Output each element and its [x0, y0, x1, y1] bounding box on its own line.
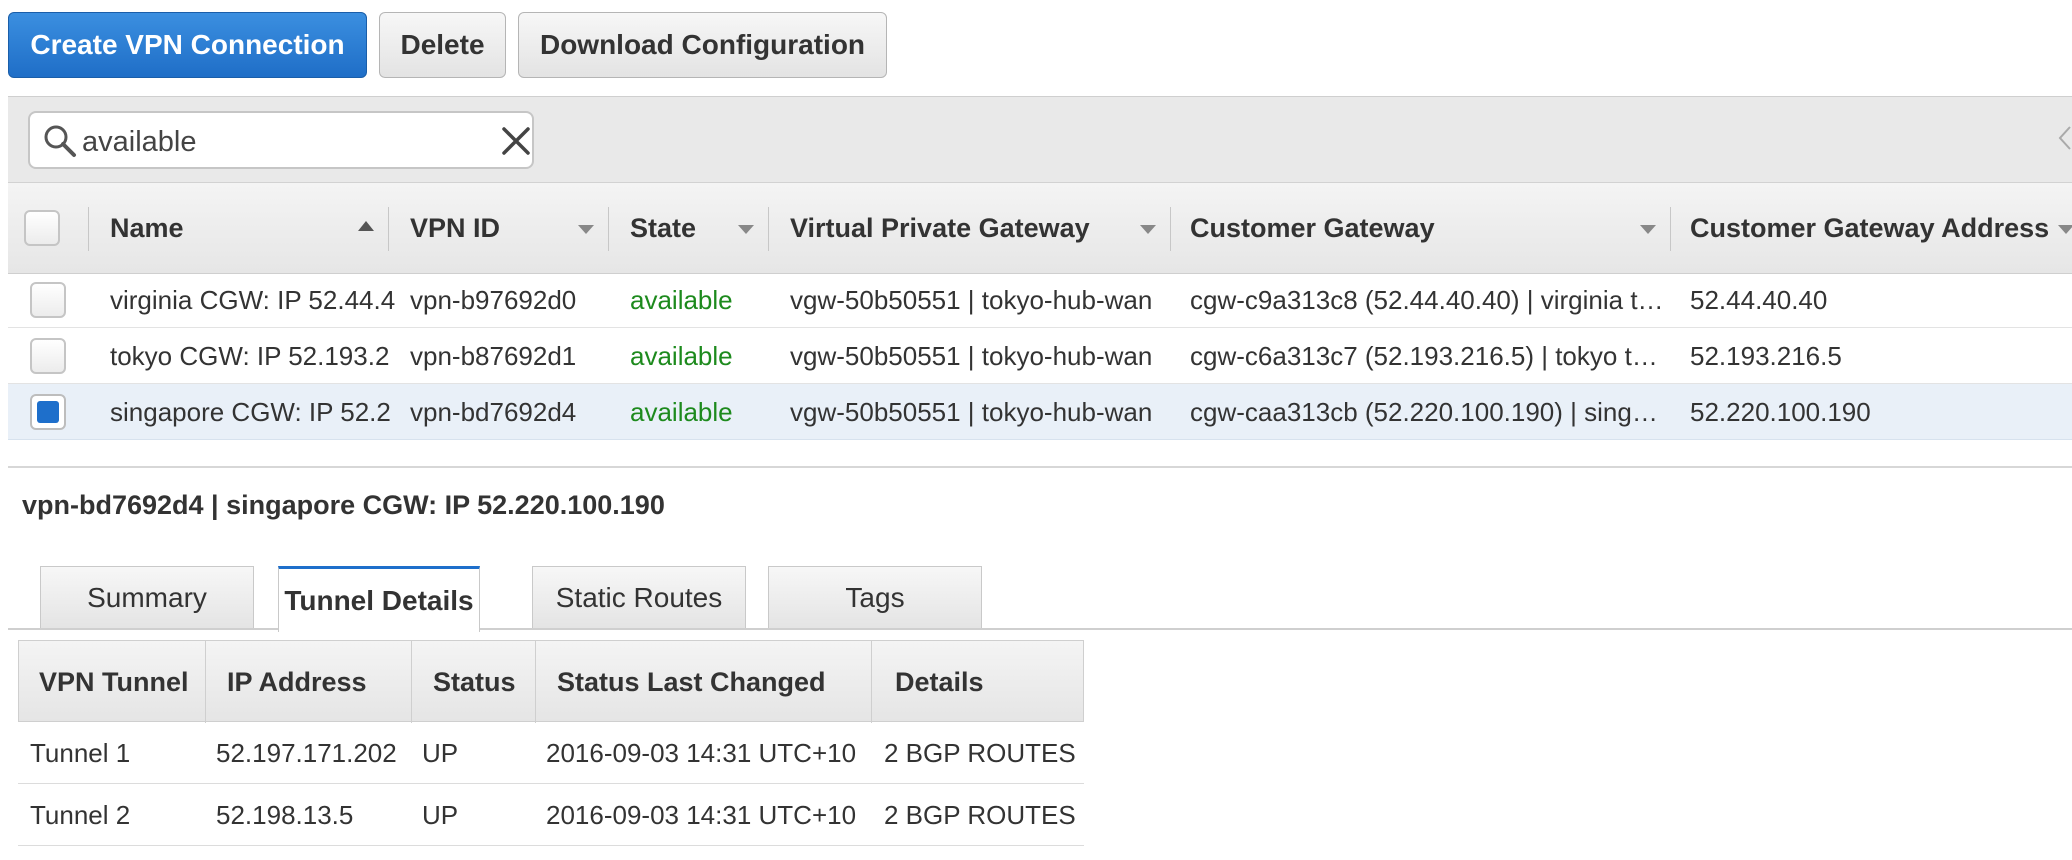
sort-desc-icon[interactable]	[2058, 225, 2072, 234]
column-header-name[interactable]: Name	[110, 183, 310, 273]
cell-status-last-changed: 2016-09-03 14:31 UTC+10	[546, 738, 857, 768]
cell-cgw: cgw-caa313cb (52.220.100.190) | sing…	[1190, 397, 1658, 427]
row-checkbox[interactable]	[30, 282, 66, 318]
cell-tunnel: Tunnel 2	[30, 800, 131, 830]
tab-summary[interactable]: Summary	[40, 566, 254, 628]
search-icon	[44, 125, 76, 157]
sort-desc-icon[interactable]	[1640, 225, 1656, 234]
tab-tunnel-details[interactable]: Tunnel Details	[278, 566, 480, 632]
column-header-details[interactable]: Details	[895, 641, 984, 723]
filter-bar	[8, 96, 2072, 183]
collapse-icon[interactable]	[2056, 123, 2072, 153]
panel-divider[interactable]	[8, 466, 2072, 468]
cell-vpn-id: vpn-b87692d1	[410, 341, 577, 371]
delete-button[interactable]: Delete	[379, 12, 506, 78]
column-header-ip-address[interactable]: IP Address	[227, 641, 367, 723]
cell-vpn-id: vpn-b97692d0	[410, 285, 577, 315]
cell-vpg: vgw-50b50551 | tokyo-hub-wan	[790, 285, 1153, 315]
row-checkbox[interactable]	[30, 394, 66, 430]
cell-status: UP	[422, 800, 459, 830]
cell-vpn-id: vpn-bd7692d4	[410, 397, 577, 427]
clear-icon[interactable]	[500, 125, 532, 157]
search-box[interactable]	[28, 111, 534, 169]
sort-desc-icon[interactable]	[1140, 225, 1156, 234]
cell-name: tokyo CGW: IP 52.193.2	[110, 341, 390, 371]
column-header-status[interactable]: Status	[433, 641, 516, 723]
column-header-status-last-changed[interactable]: Status Last Changed	[557, 641, 826, 723]
cell-tunnel: Tunnel 1	[30, 738, 131, 768]
column-header-customer-gateway[interactable]: Customer Gateway	[1190, 183, 1570, 273]
toolbar: Create VPN Connection Delete Download Co…	[8, 12, 887, 78]
cell-vpg: vgw-50b50551 | tokyo-hub-wan	[790, 341, 1153, 371]
select-all-checkbox[interactable]	[24, 210, 60, 246]
cell-vpg: vgw-50b50551 | tokyo-hub-wan	[790, 397, 1153, 427]
download-configuration-button[interactable]: Download Configuration	[518, 12, 887, 78]
column-header-vpn-tunnel[interactable]: VPN Tunnel	[39, 641, 189, 723]
cell-cgw-address: 52.44.40.40	[1690, 285, 1828, 315]
cell-ip-address: 52.198.13.5	[216, 800, 354, 830]
cell-cgw-address: 52.193.216.5	[1690, 341, 1842, 371]
column-header-virtual-private-gateway[interactable]: Virtual Private Gateway	[790, 183, 1150, 273]
detail-title: vpn-bd7692d4 | singapore CGW: IP 52.220.…	[22, 490, 665, 520]
create-vpn-connection-button[interactable]: Create VPN Connection	[8, 12, 367, 78]
row-checkbox[interactable]	[30, 338, 66, 374]
cell-cgw: cgw-c6a313c7 (52.193.216.5) | tokyo t…	[1190, 341, 1658, 371]
cell-name: singapore CGW: IP 52.2	[110, 397, 391, 427]
cell-state: available	[630, 397, 733, 427]
column-header-customer-gateway-address[interactable]: Customer Gateway Address	[1690, 183, 2050, 273]
detail-tabs: Summary Tunnel Details Static Routes Tag…	[8, 566, 2072, 632]
table-row[interactable]: virginia CGW: IP 52.44.4 vpn-b97692d0 av…	[8, 272, 2072, 328]
cell-state: available	[630, 341, 733, 371]
cell-details: 2 BGP ROUTES	[884, 800, 1076, 830]
column-header-vpn-id[interactable]: VPN ID	[410, 183, 570, 273]
cell-cgw: cgw-c9a313c8 (52.44.40.40) | virginia t…	[1190, 285, 1664, 315]
table-row: Tunnel 2 52.198.13.5 UP 2016-09-03 14:31…	[18, 784, 1084, 846]
cell-status: UP	[422, 738, 459, 768]
grid-header: Name VPN ID State Virtual Private Gatewa…	[8, 182, 2072, 274]
sort-desc-icon[interactable]	[578, 225, 594, 234]
tunnel-table-header: VPN Tunnel IP Address Status Status Last…	[18, 640, 1084, 723]
tab-tags[interactable]: Tags	[768, 566, 982, 628]
cell-name: virginia CGW: IP 52.44.4	[110, 285, 395, 315]
sort-asc-icon[interactable]	[358, 221, 374, 231]
sort-desc-icon[interactable]	[738, 225, 754, 234]
cell-state: available	[630, 285, 733, 315]
table-row[interactable]: singapore CGW: IP 52.2 vpn-bd7692d4 avai…	[8, 384, 2072, 440]
tab-static-routes[interactable]: Static Routes	[532, 566, 746, 628]
search-input[interactable]	[80, 119, 464, 165]
table-row[interactable]: tokyo CGW: IP 52.193.2 vpn-b87692d1 avai…	[8, 328, 2072, 384]
cell-status-last-changed: 2016-09-03 14:31 UTC+10	[546, 800, 857, 830]
table-row: Tunnel 1 52.197.171.202 UP 2016-09-03 14…	[18, 722, 1084, 784]
cell-details: 2 BGP ROUTES	[884, 738, 1076, 768]
cell-ip-address: 52.197.171.202	[216, 738, 397, 768]
column-header-state[interactable]: State	[630, 183, 740, 273]
cell-cgw-address: 52.220.100.190	[1690, 397, 1871, 427]
